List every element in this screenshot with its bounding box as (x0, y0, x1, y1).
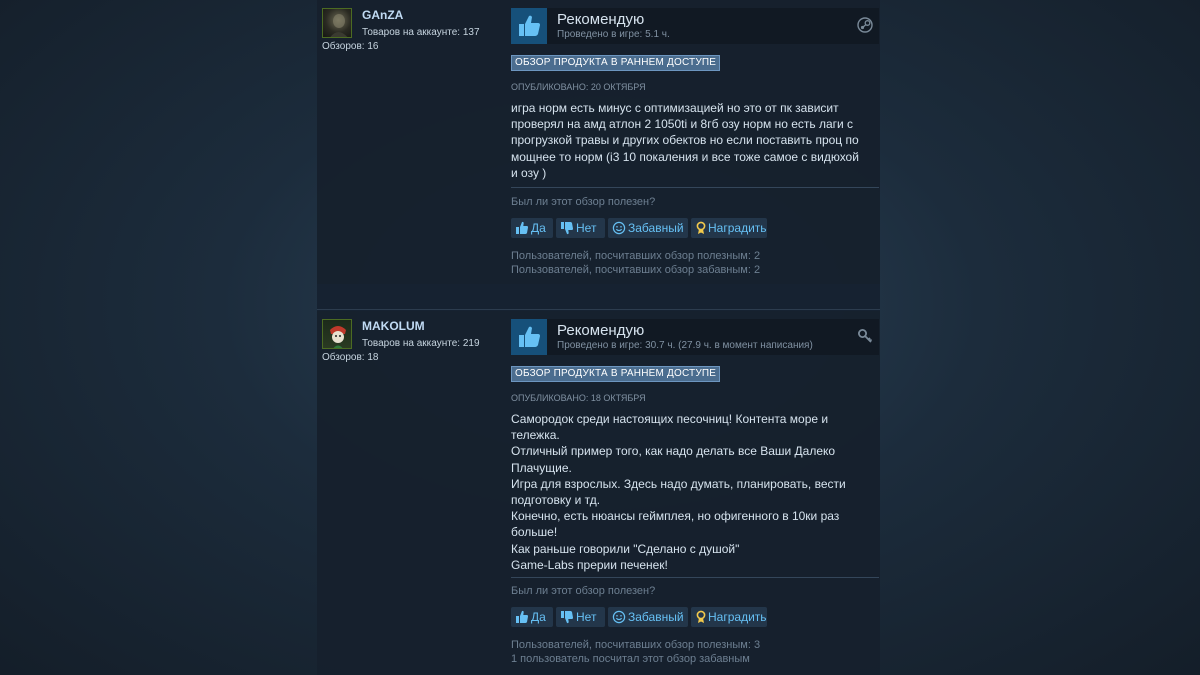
thumbs-up-icon (515, 610, 529, 624)
divider (511, 577, 879, 578)
vote-yes-button[interactable]: Да (511, 607, 553, 627)
review-body-line: Отличный пример того, как надо делать вс… (511, 444, 836, 459)
vote-funny-button[interactable]: Забавный (608, 607, 688, 627)
helpful-question: Был ли этот обзор полезен? (511, 196, 656, 208)
funny-count: 1 пользователь посчитал этот обзор забав… (511, 652, 750, 665)
review-body-line: Как раньше говорили "Сделано с душой" (511, 541, 740, 556)
vote-yes-label: Да (531, 221, 546, 235)
vote-funny-button[interactable]: Забавный (608, 218, 688, 238)
review-body: Самородок среди настоящих песочниц! Конт… (511, 411, 871, 573)
review-body-line: игра норм есть минус с оптимизацией но э… (511, 101, 839, 115)
award-icon (694, 221, 708, 235)
review-body-line: прогрузкой травы и других обектов но есл… (511, 133, 859, 148)
thumbs-down-icon (560, 610, 574, 624)
key-icon (857, 328, 873, 344)
steam-icon (857, 17, 873, 33)
thumbs-down-icon (560, 221, 574, 235)
helpful-count: Пользователей, посчитавших обзор полезны… (511, 250, 761, 262)
vote-funny-label: Забавный (628, 610, 684, 624)
review-body-line: подготовку и тд. (511, 493, 601, 508)
review-verdict: Рекомендую (557, 322, 645, 339)
vote-funny-label: Забавный (628, 221, 684, 235)
review-card: MAKOLUM Товаров на аккаунте: 219 Обзоров… (317, 311, 880, 675)
products-owned[interactable]: Товаров на аккаунте: 137 (362, 27, 480, 38)
award-button[interactable]: Наградить (691, 607, 767, 627)
review-body: игра норм есть минус с оптимизацией но э… (511, 100, 871, 181)
award-label: Наградить (708, 221, 767, 235)
vote-yes-button[interactable]: Да (511, 218, 553, 238)
review-stats: Пользователей, посчитавших обзор полезны… (511, 639, 760, 666)
review-body-line: тележка. (511, 428, 560, 443)
vote-no-label: Нет (576, 610, 597, 624)
smiley-icon (612, 221, 626, 235)
award-button[interactable]: Наградить (691, 218, 767, 238)
thumbs-up-icon (511, 8, 547, 44)
vote-no-button[interactable]: Нет (556, 218, 605, 238)
review-card: GAnZA Товаров на аккаунте: 137 Обзоров: … (317, 0, 880, 284)
helpful-count: Пользователей, посчитавших обзор полезны… (511, 639, 761, 651)
review-body-line: Игра для взрослых. Здесь надо думать, пл… (511, 476, 846, 491)
playtime: Проведено в игре: 5.1 ч. (557, 29, 670, 40)
award-label: Наградить (708, 610, 767, 624)
vote-no-button[interactable]: Нет (556, 607, 605, 627)
products-owned[interactable]: Товаров на аккаунте: 219 (362, 338, 480, 349)
vote-no-label: Нет (576, 221, 597, 235)
review-separator (317, 284, 880, 311)
posted-date: ОПУБЛИКОВАНО: 18 ОКТЯБРЯ (511, 393, 646, 403)
review-body-line: Самородок среди настоящих песочниц! Конт… (511, 412, 829, 426)
review-verdict: Рекомендую (557, 11, 645, 28)
review-body-line: и озу ) (511, 165, 547, 180)
divider (511, 187, 879, 188)
early-access-badge: ОБЗОР ПРОДУКТА В РАННЕМ ДОСТУПЕ (511, 55, 721, 71)
reviews-column: GAnZA Товаров на аккаунте: 137 Обзоров: … (317, 0, 880, 675)
review-body-line: мощнее то норм (i3 10 покаления и все то… (511, 149, 859, 164)
review-body-line: Плачущие. (511, 460, 572, 475)
smiley-icon (612, 610, 626, 624)
review-body-line: Конечно, есть нюансы геймплея, но офиген… (511, 509, 840, 524)
author-name[interactable]: GAnZA (362, 8, 403, 22)
vote-yes-label: Да (531, 610, 546, 624)
author-name[interactable]: MAKOLUM (362, 319, 425, 333)
posted-date: ОПУБЛИКОВАНО: 20 ОКТЯБРЯ (511, 82, 646, 92)
review-body-line: Game-Labs прерии печенек! (511, 557, 668, 572)
avatar[interactable] (322, 8, 352, 38)
helpful-question: Был ли этот обзор полезен? (511, 585, 656, 597)
playtime: Проведено в игре: 30.7 ч. (27.9 ч. в мом… (557, 340, 813, 351)
review-stats: Пользователей, посчитавших обзор полезны… (511, 250, 760, 277)
thumbs-up-icon (511, 319, 547, 355)
review-body-line: больше! (511, 525, 558, 540)
vote-header[interactable]: Рекомендую Проведено в игре: 5.1 ч. (511, 8, 879, 44)
avatar[interactable] (322, 319, 352, 349)
early-access-badge: ОБЗОР ПРОДУКТА В РАННЕМ ДОСТУПЕ (511, 366, 721, 382)
thumbs-up-icon (515, 221, 529, 235)
reviews-count[interactable]: Обзоров: 16 (322, 41, 378, 52)
award-icon (694, 610, 708, 624)
reviews-count[interactable]: Обзоров: 18 (322, 352, 378, 363)
review-body-line: проверял на амд атлон 2 1050ti и 8гб озу… (511, 117, 854, 132)
funny-count: Пользователей, посчитавших обзор забавны… (511, 263, 761, 276)
vote-header[interactable]: Рекомендую Проведено в игре: 30.7 ч. (27… (511, 319, 879, 355)
